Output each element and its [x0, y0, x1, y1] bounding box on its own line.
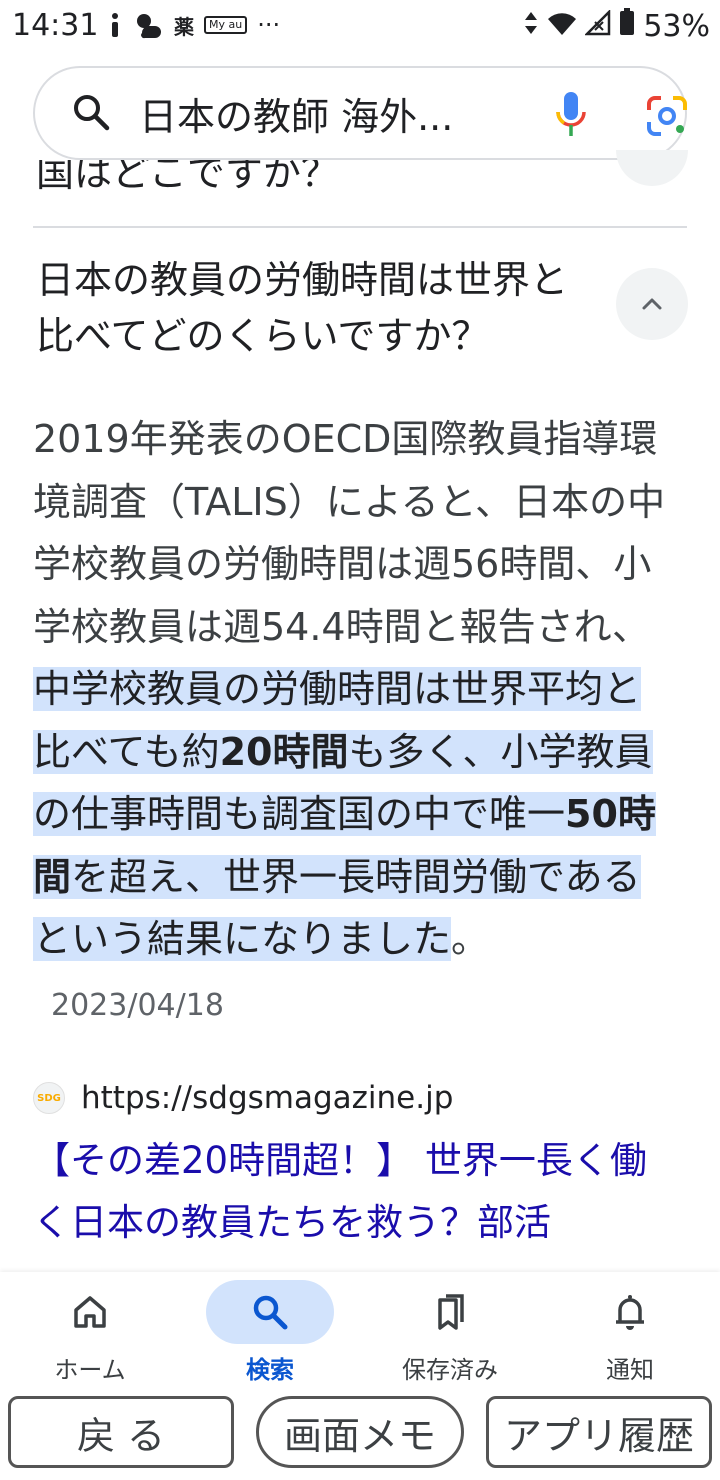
info-icon: [106, 10, 124, 40]
nav-saved-label: 保存済み: [402, 1356, 498, 1384]
status-bar: 14:31 薬 My au ··· 53%: [0, 0, 720, 52]
signal-icon: [584, 8, 611, 44]
wifi-icon: [547, 9, 577, 44]
google-lens-icon[interactable]: [645, 94, 689, 138]
answer-date: 2023/04/18: [51, 987, 224, 1023]
data-arrows-icon: [523, 9, 539, 44]
faq-question[interactable]: 日本の教員の労働時間は世界と比べてどのくらいですか？: [36, 252, 596, 364]
search-bar[interactable]: 日本の教師 海外...: [33, 66, 687, 160]
nav-home-label: ホーム: [54, 1356, 126, 1384]
previous-question[interactable]: 国はどこですか？: [36, 160, 596, 204]
bottom-navigation: ホーム 検索 保存済み 通知: [0, 1272, 720, 1392]
chevron-up-icon: [642, 298, 662, 310]
source-link[interactable]: SDG https://sdgsmagazine.jp: [33, 1076, 453, 1120]
collapse-button[interactable]: [616, 268, 688, 340]
battery-icon: [619, 8, 635, 44]
answer-text: 2019年発表のOECD国際教員指導環境調査（TALIS）によると、日本の中学校…: [33, 417, 666, 649]
answer-bold: 20時間: [219, 729, 349, 774]
search-query[interactable]: 日本の教師 海外...: [139, 86, 453, 141]
source-url[interactable]: https://sdgsmagazine.jp: [81, 1080, 453, 1116]
status-right: 53%: [523, 8, 710, 44]
home-icon: [74, 1296, 106, 1328]
screen-memo-button[interactable]: 画面メモ: [256, 1396, 464, 1468]
site-favicon-icon: SDG: [33, 1082, 65, 1114]
nav-home[interactable]: ホーム: [0, 1272, 180, 1392]
app-history-button[interactable]: アプリ履歴: [486, 1396, 712, 1468]
more-notifications-icon: ···: [257, 11, 281, 39]
status-left-icons: 薬 My au ···: [106, 10, 280, 40]
divider: [33, 226, 687, 228]
previous-question-text: 国はどこですか？: [36, 160, 339, 195]
nav-saved[interactable]: 保存済み: [360, 1272, 540, 1392]
back-button[interactable]: 戻 る: [8, 1396, 234, 1468]
my-au-icon: My au: [204, 10, 248, 40]
nav-notifications-label: 通知: [606, 1356, 654, 1384]
system-button-bar: 戻 る 画面メモ アプリ履歴: [0, 1392, 720, 1480]
bell-icon: [616, 1295, 644, 1330]
nav-search[interactable]: 検索: [180, 1272, 360, 1392]
answer-highlight-part: を超え、世界一長時間労働であるという結果になりました: [33, 854, 641, 962]
search-icon: [253, 1295, 288, 1330]
bookmarks-icon: [438, 1294, 464, 1330]
weather-icon: [134, 10, 164, 40]
answer-tail: 。: [451, 917, 490, 961]
answer-highlight: 中学校教員の労働時間は世界平均と比べても約20時間も多く、小学教員の仕事時間も調…: [33, 667, 656, 961]
status-time: 14:31: [12, 8, 99, 43]
battery-percent: 53%: [643, 8, 710, 44]
microphone-icon[interactable]: [553, 90, 589, 140]
previous-question-toggle[interactable]: [616, 150, 688, 186]
faq-answer: 2019年発表のOECD国際教員指導環境調査（TALIS）によると、日本の中学校…: [33, 408, 673, 1037]
result-title-link[interactable]: 【その差20時間超！】 世界一長く働く日本の教員たちを救う？部活: [33, 1130, 683, 1254]
nav-notifications[interactable]: 通知: [540, 1272, 720, 1392]
search-icon[interactable]: [71, 92, 111, 132]
medicine-notification-icon: 薬: [174, 14, 194, 39]
nav-search-label: 検索: [246, 1356, 294, 1384]
